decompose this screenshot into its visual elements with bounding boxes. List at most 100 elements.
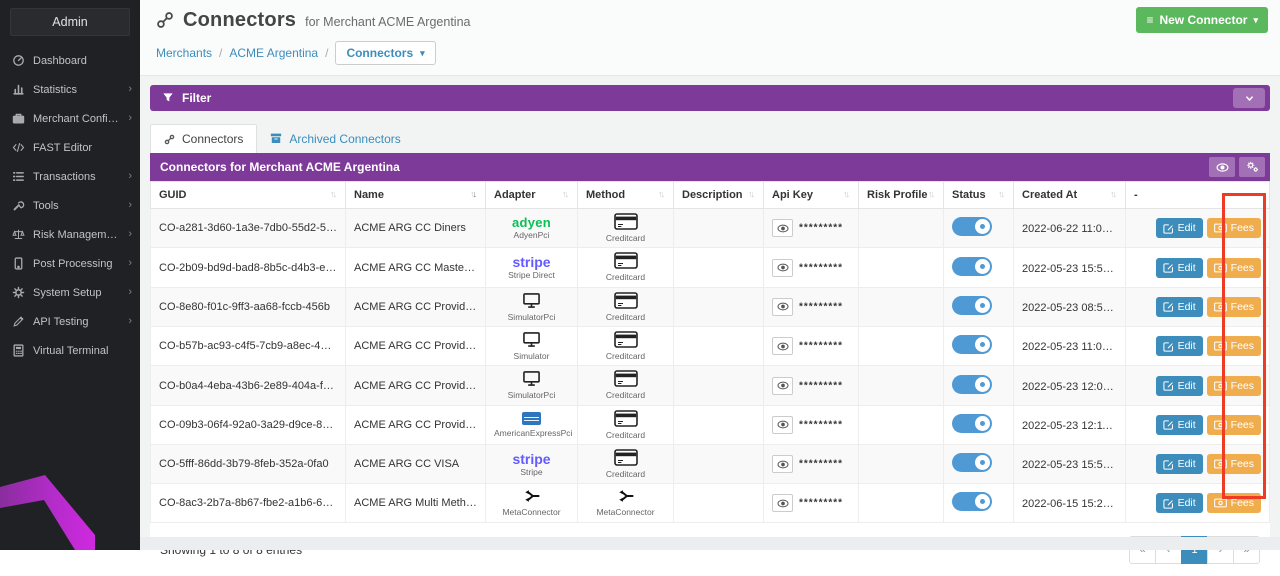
mobile-icon — [11, 257, 25, 270]
sidebar-item-statistics[interactable]: Statistics › — [0, 75, 140, 104]
page-title: Connectors — [183, 8, 297, 31]
reveal-api-key-button[interactable] — [772, 258, 793, 277]
edit-pencil-icon — [1162, 380, 1174, 391]
fees-button[interactable]: Fees — [1206, 257, 1261, 278]
sidebar-item-label: FAST Editor — [33, 141, 93, 154]
breadcrumb-merchant-link[interactable]: ACME Argentina — [229, 46, 318, 60]
money-icon — [1213, 498, 1227, 508]
edit-button[interactable]: Edit — [1155, 414, 1203, 435]
tab-archived-connectors[interactable]: Archived Connectors — [257, 124, 413, 153]
table-header-row: GUID ↑↓ Name ↑↓ Adapter ↑↓ Method ↑↓ Description… — [150, 181, 1270, 209]
status-toggle[interactable] — [952, 453, 992, 473]
admin-menu-button[interactable]: Admin — [10, 8, 130, 36]
fees-button[interactable]: Fees — [1206, 296, 1261, 317]
sidebar-item-transactions[interactable]: Transactions › — [0, 162, 140, 191]
column-header-adapter[interactable]: Adapter ↑↓ — [485, 181, 578, 209]
column-header-api-key[interactable]: Api Key ↑↓ — [763, 181, 859, 209]
sidebar-item-tools[interactable]: Tools › — [0, 191, 140, 220]
masked-api-key: ********* — [799, 262, 844, 274]
stripe-logo: stripe — [512, 450, 551, 467]
sidebar-item-fast-editor[interactable]: FAST Editor — [0, 133, 140, 162]
fees-button[interactable]: Fees — [1206, 414, 1261, 435]
menu-icon: ≡ — [1146, 13, 1154, 27]
breadcrumb-connectors-dropdown[interactable]: Connectors ▾ — [335, 41, 436, 65]
reveal-api-key-button[interactable] — [772, 297, 793, 316]
reveal-api-key-button[interactable] — [772, 337, 793, 356]
filter-collapse-button[interactable] — [1233, 88, 1265, 108]
column-header-description[interactable]: Description ↑↓ — [673, 181, 764, 209]
column-header-risk-profile[interactable]: Risk Profile ↑↓ — [858, 181, 944, 209]
adapter-label: Stripe Direct — [508, 269, 555, 280]
new-connector-button[interactable]: ≡ New Connector ▾ — [1136, 7, 1268, 33]
sidebar-item-system-setup[interactable]: System Setup › — [0, 278, 140, 307]
edit-pencil-icon — [1162, 419, 1174, 430]
status-cell — [943, 286, 1014, 328]
scales-icon — [11, 228, 25, 241]
adapter-cell: AmericanExpressPci — [485, 404, 578, 446]
guid-cell: CO-5fff-86dd-3b79-8feb-352a-0fa0 — [150, 444, 346, 485]
column-header-status[interactable]: Status ↑↓ — [943, 181, 1014, 209]
sidebar-item-api-testing[interactable]: API Testing › — [0, 307, 140, 336]
terminal-icon — [11, 344, 25, 357]
adapter-label: MetaConnector — [502, 507, 561, 518]
dashboard-icon — [11, 54, 25, 67]
money-icon — [1213, 381, 1227, 391]
edit-button[interactable]: Edit — [1155, 218, 1203, 239]
fees-button[interactable]: Fees — [1206, 336, 1261, 357]
reveal-api-key-button[interactable] — [772, 219, 793, 238]
reveal-api-key-button[interactable] — [772, 415, 793, 434]
edit-pencil-icon — [1162, 262, 1174, 273]
method-cell: Creditcard — [577, 326, 674, 367]
adapter-cell: Simulator — [485, 326, 578, 367]
column-header-created-at[interactable]: Created At ↑↓ — [1013, 181, 1126, 209]
filter-label: Filter — [182, 91, 212, 105]
masked-api-key: ********* — [799, 340, 844, 352]
status-toggle[interactable] — [952, 492, 992, 512]
adyen-logo: adyen — [511, 215, 552, 230]
status-toggle[interactable] — [952, 413, 992, 433]
simulator-monitor-icon — [522, 292, 541, 309]
column-visibility-button[interactable] — [1209, 157, 1235, 177]
fees-button[interactable]: Fees — [1206, 454, 1261, 475]
edit-button[interactable]: Edit — [1155, 336, 1203, 357]
tab-connectors[interactable]: Connectors — [150, 124, 258, 153]
actions-cell: Edit Fees — [1125, 483, 1270, 523]
sidebar-item-virtual-terminal[interactable]: Virtual Terminal — [0, 336, 140, 365]
table-row: CO-09b3-06f4-92a0-3a29-d9ce-8ec7 ACME ARG… — [150, 404, 1270, 446]
edit-button[interactable]: Edit — [1155, 296, 1203, 317]
table-settings-button[interactable] — [1239, 157, 1265, 177]
breadcrumb-merchants-link[interactable]: Merchants — [156, 46, 212, 60]
sort-icon: ↑↓ — [843, 189, 850, 199]
edit-button[interactable]: Edit — [1155, 493, 1203, 514]
reveal-api-key-button[interactable] — [772, 376, 793, 395]
status-toggle[interactable] — [952, 335, 992, 355]
edit-button[interactable]: Edit — [1155, 257, 1203, 278]
fees-button[interactable]: Fees — [1206, 375, 1261, 396]
edit-button[interactable]: Edit — [1155, 375, 1203, 396]
fees-button[interactable]: Fees — [1206, 493, 1261, 514]
sort-icon: ↑↓ — [998, 189, 1005, 199]
column-header-guid[interactable]: GUID ↑↓ — [150, 181, 346, 209]
status-toggle[interactable] — [952, 256, 992, 276]
created-at-cell: 2022-06-22 11:09:19 — [1013, 207, 1126, 249]
status-toggle[interactable] — [952, 374, 992, 394]
status-toggle[interactable] — [952, 217, 992, 237]
status-cell — [943, 404, 1014, 446]
description-cell — [673, 483, 764, 523]
sidebar-item-post-processing[interactable]: Post Processing › — [0, 249, 140, 278]
reveal-api-key-button[interactable] — [772, 494, 793, 513]
status-cell — [943, 247, 1014, 288]
column-header-method[interactable]: Method ↑↓ — [577, 181, 674, 209]
sidebar-item-risk-management[interactable]: Risk Management › — [0, 220, 140, 249]
filter-bar[interactable]: Filter — [150, 85, 1270, 111]
fees-button[interactable]: Fees — [1206, 218, 1261, 239]
edit-button[interactable]: Edit — [1155, 454, 1203, 475]
column-header-name[interactable]: Name ↑↓ — [345, 181, 486, 209]
sidebar-item-merchant-configuration[interactable]: Merchant Configuration › — [0, 104, 140, 133]
sidebar-item-dashboard[interactable]: Dashboard — [0, 46, 140, 75]
sidebar-item-label: System Setup — [33, 286, 102, 299]
table-row: CO-8e80-f01c-9ff3-aa68-fccb-456b ACME ARG… — [150, 286, 1270, 328]
masked-api-key: ********* — [799, 458, 844, 470]
reveal-api-key-button[interactable] — [772, 455, 793, 474]
status-toggle[interactable] — [952, 295, 992, 315]
